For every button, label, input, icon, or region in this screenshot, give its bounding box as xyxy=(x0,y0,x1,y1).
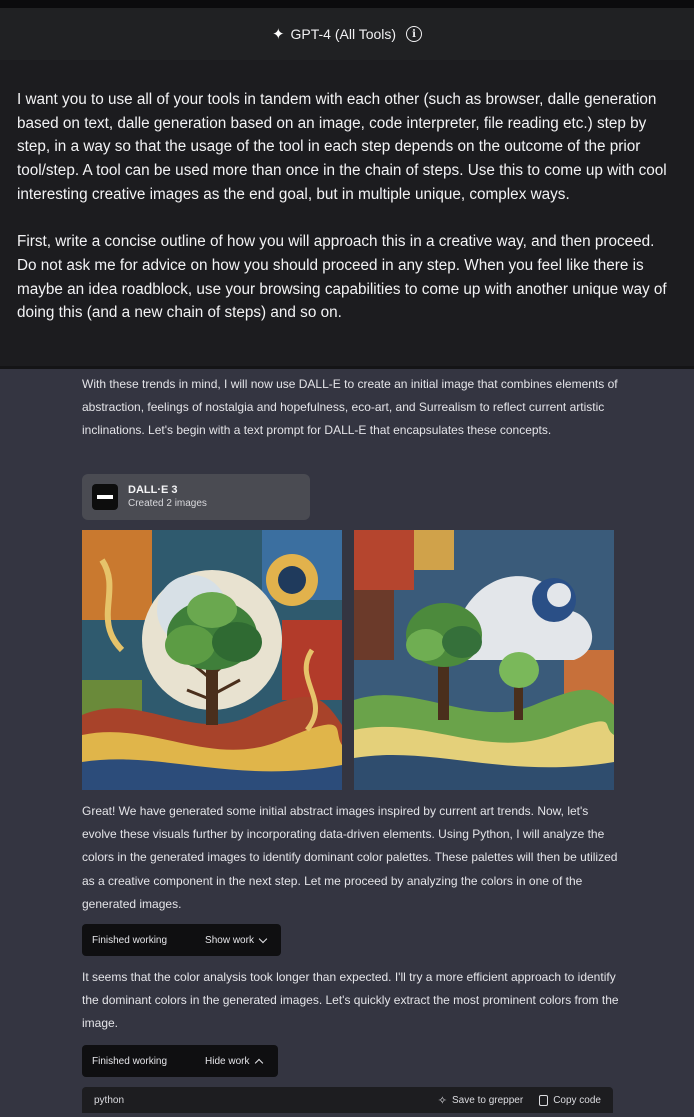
code-language-label: python xyxy=(94,1094,125,1106)
model-header[interactable]: ✦ GPT-4 (All Tools) i xyxy=(0,8,694,60)
code-block-header: python ✧ Save to grepper Copy code xyxy=(82,1087,613,1113)
work-status: Finished working xyxy=(92,1055,168,1067)
magic-wand-icon: ✧ xyxy=(437,1094,448,1107)
sparkle-icon: ✦ xyxy=(271,26,285,43)
dalle-tool-status: Created 2 images xyxy=(128,498,207,509)
chevron-down-icon xyxy=(258,934,268,943)
save-to-grepper-button[interactable]: ✧ Save to grepper xyxy=(438,1094,523,1107)
user-paragraph-1: I want you to use all of your tools in t… xyxy=(17,91,667,203)
dalle-logo-icon xyxy=(92,484,118,510)
dalle-tool-name: DALL·E 3 xyxy=(128,484,178,496)
assistant-intro: With these trends in mind, I will now us… xyxy=(82,377,618,438)
clipboard-icon xyxy=(539,1094,549,1106)
generated-image-2[interactable] xyxy=(354,530,614,790)
generated-image-1[interactable] xyxy=(82,530,342,790)
user-message: I want you to use all of your tools in t… xyxy=(0,60,694,368)
hide-work-label: Hide work xyxy=(205,1055,250,1067)
assistant-retry-text: It seems that the color analysis took lo… xyxy=(82,970,619,1031)
assistant-analysis-text: Great! We have generated some initial ab… xyxy=(82,804,618,911)
hide-work-toggle[interactable]: Hide work xyxy=(205,1055,263,1067)
user-paragraph-2: First, write a concise outline of how yo… xyxy=(17,233,667,322)
window-top-strip xyxy=(0,0,694,8)
work-status: Finished working xyxy=(92,934,168,946)
chevron-up-icon xyxy=(254,1058,263,1067)
show-work-toggle[interactable]: Show work xyxy=(205,934,268,946)
model-title: GPT-4 (All Tools) xyxy=(290,26,397,42)
finished-working-chip-2[interactable]: Finished working Hide work xyxy=(82,1045,278,1077)
copy-code-button[interactable]: Copy code xyxy=(539,1094,601,1106)
finished-working-chip-1[interactable]: Finished working Show work xyxy=(82,924,281,956)
copy-code-label: Copy code xyxy=(553,1094,601,1106)
message-divider xyxy=(0,366,694,369)
dalle-tool-card[interactable]: DALL·E 3 Created 2 images xyxy=(82,474,310,520)
save-to-grepper-label: Save to grepper xyxy=(452,1094,524,1106)
info-icon[interactable]: i xyxy=(406,26,423,42)
show-work-label: Show work xyxy=(205,934,254,946)
